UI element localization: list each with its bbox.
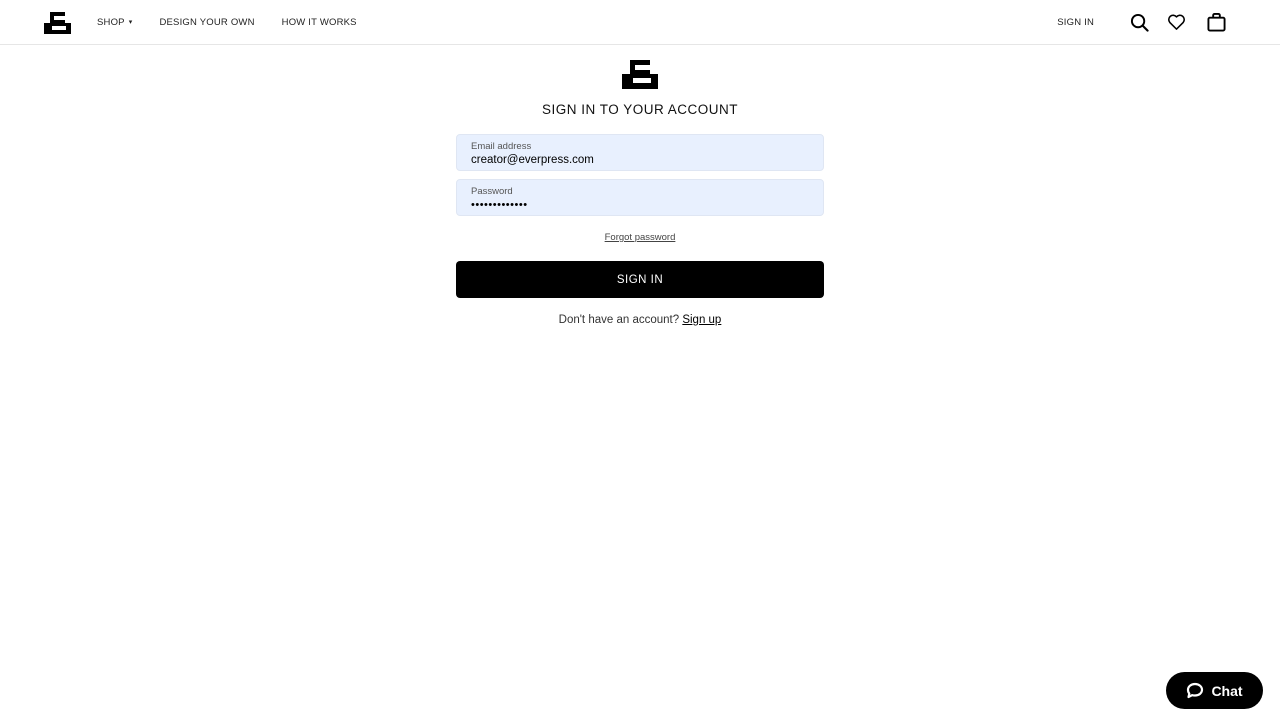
- password-label: Password: [471, 186, 513, 197]
- nav-how-it-works[interactable]: HOW IT WORKS: [282, 17, 357, 28]
- main-nav: SHOP ▾ DESIGN YOUR OWN HOW IT WORKS: [97, 0, 384, 44]
- header-sign-in-link[interactable]: SIGN IN: [1057, 17, 1094, 28]
- sign-in-button[interactable]: SIGN IN: [456, 261, 824, 298]
- chat-bubble-icon: [1187, 682, 1204, 699]
- sign-in-form: SIGN IN TO YOUR ACCOUNT Email address cr…: [456, 60, 824, 326]
- page-title: SIGN IN TO YOUR ACCOUNT: [541, 102, 739, 117]
- nav-shop-label: SHOP: [97, 16, 125, 28]
- site-header: SHOP ▾ DESIGN YOUR OWN HOW IT WORKS SIGN…: [0, 0, 1280, 45]
- logo-icon: [622, 60, 658, 89]
- logo-icon[interactable]: [44, 12, 71, 34]
- sign-up-link[interactable]: Sign up: [682, 314, 721, 326]
- search-icon[interactable]: [1129, 12, 1149, 32]
- bag-icon[interactable]: [1206, 12, 1226, 32]
- signup-prompt: Don't have an account?: [558, 314, 680, 326]
- nav-design-label: DESIGN YOUR OWN: [159, 16, 255, 28]
- forgot-password-link[interactable]: Forgot password: [605, 232, 676, 243]
- chat-button[interactable]: Chat: [1166, 672, 1263, 709]
- password-value[interactable]: •••••••••••••: [471, 198, 809, 213]
- chat-label: Chat: [1211, 682, 1243, 699]
- chevron-down-icon: ▾: [128, 19, 133, 26]
- nav-design-your-own[interactable]: DESIGN YOUR OWN: [159, 17, 254, 28]
- email-field[interactable]: Email address creator@everpress.com: [456, 134, 824, 171]
- nav-how-label: HOW IT WORKS: [281, 16, 357, 28]
- heart-icon[interactable]: [1166, 12, 1186, 32]
- email-value[interactable]: creator@everpress.com: [471, 153, 809, 168]
- nav-shop[interactable]: SHOP ▾: [97, 17, 132, 28]
- email-label: Email address: [471, 141, 532, 152]
- signup-row: Don't have an account? Sign up: [456, 314, 824, 326]
- password-field[interactable]: Password •••••••••••••: [456, 179, 824, 216]
- header-actions: SIGN IN: [1057, 0, 1226, 44]
